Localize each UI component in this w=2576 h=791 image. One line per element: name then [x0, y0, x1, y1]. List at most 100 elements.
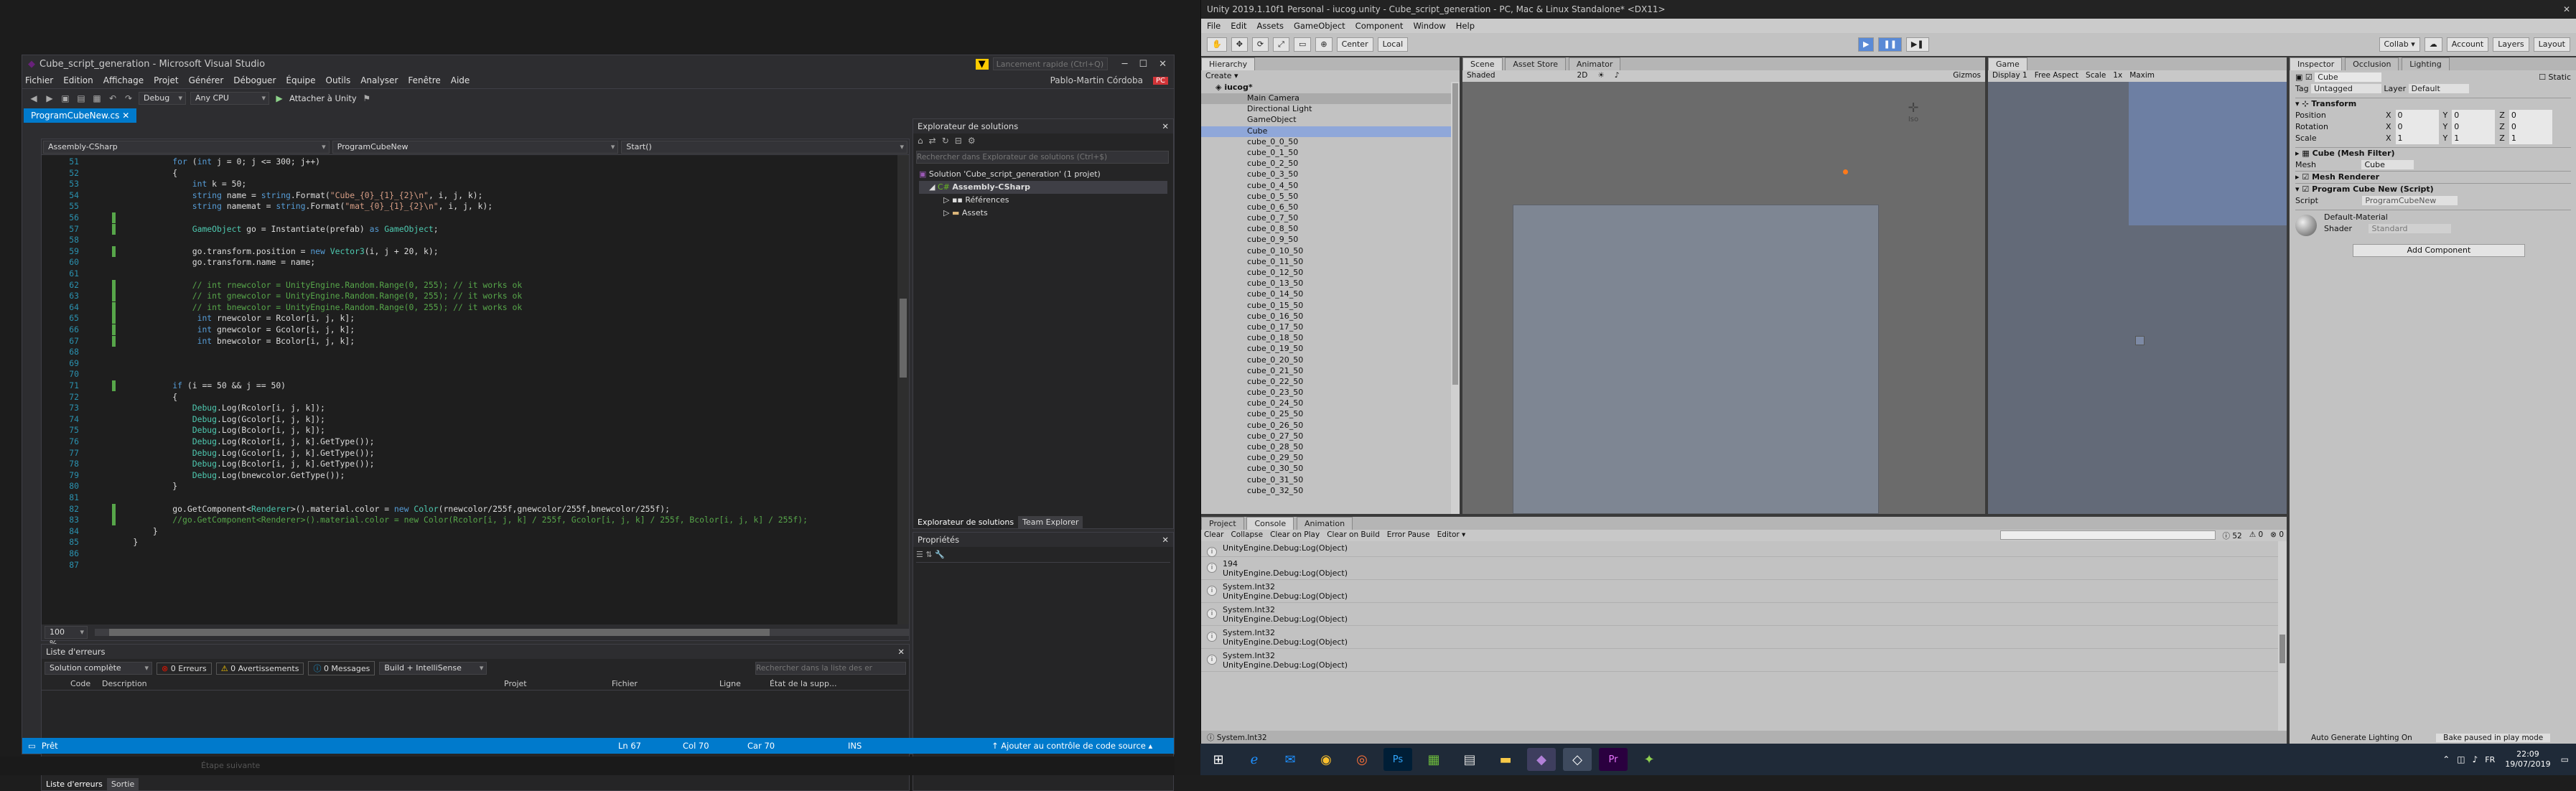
2d-toggle[interactable]: 2D — [1577, 71, 1588, 81]
tab-team-explorer[interactable]: Team Explorer — [1018, 516, 1083, 528]
gizmos-dropdown[interactable]: Gizmos — [1953, 71, 1981, 81]
game-view[interactable]: Game Display 1 Free Aspect Scale 1x Maxi… — [1988, 57, 2287, 514]
enabled-checkbox[interactable]: ☑ — [2302, 184, 2309, 194]
hierarchy-item[interactable]: cube_0_30_50 — [1201, 464, 1460, 474]
console-entry[interactable]: i System.Int32 UnityEngine.Debug:Log(Objec… — [1201, 580, 2287, 603]
hierarchy-item[interactable]: cube_0_32_50 — [1201, 486, 1460, 497]
maximize-button[interactable]: ☐ — [1139, 59, 1147, 70]
bookmark-icon[interactable]: ⚑ — [361, 93, 373, 104]
material-name[interactable]: Default-Material — [2324, 212, 2388, 223]
hierarchy-item[interactable]: cube_0_8_50 — [1201, 224, 1460, 235]
code-line[interactable]: go.GetComponent<Renderer>().material.col… — [113, 504, 670, 515]
layer-dropdown[interactable]: Default — [2408, 84, 2469, 93]
hierarchy-item[interactable]: cube_0_9_50 — [1201, 235, 1460, 245]
code-line[interactable]: Debug.Log(Rcolor[i, j, k]); — [113, 403, 325, 414]
language-indicator[interactable]: FR — [2485, 755, 2495, 764]
code-editor[interactable]: Assembly-CSharp ProgramCubeNew Start() 5… — [41, 139, 910, 648]
errors-filter-button[interactable]: ⊗ 0 Erreurs — [157, 662, 212, 675]
project-nav-dropdown[interactable]: Assembly-CSharp — [43, 141, 330, 154]
hierarchy-item[interactable]: cube_0_11_50 — [1201, 257, 1460, 268]
editor-dropdown[interactable]: Editor ▾ — [1437, 530, 1466, 540]
active-checkbox[interactable]: ☑ — [2305, 72, 2313, 82]
hierarchy-item[interactable]: cube_0_10_50 — [1201, 246, 1460, 257]
hand-tool-icon[interactable]: ✋ — [1207, 37, 1227, 52]
chrome-icon[interactable]: ◉ — [1312, 748, 1340, 771]
menu-item[interactable]: Help — [1456, 21, 1475, 31]
menu-item[interactable]: Analyser — [360, 75, 398, 85]
step-button[interactable]: ▶❚ — [1905, 37, 1929, 52]
tab-project[interactable]: Project — [1201, 517, 1244, 530]
windows-start-icon[interactable]: ⊞ — [1204, 748, 1233, 771]
tree-assets[interactable]: ▷ ▬ Assets — [919, 207, 1167, 220]
scene-view[interactable]: Scene Asset Store Animator Shaded 2D ☀ ♪… — [1462, 57, 1985, 514]
hierarchy-item[interactable]: cube_0_31_50 — [1201, 475, 1460, 486]
col-file[interactable]: Fichier — [612, 679, 719, 688]
move-tool-icon[interactable]: ✥ — [1231, 37, 1248, 52]
clear-on-play-toggle[interactable]: Clear on Play — [1270, 530, 1320, 540]
code-line[interactable]: // int rnewcolor = UnityEngine.Random.Ra… — [113, 280, 522, 291]
hierarchy-item[interactable]: cube_0_2_50 — [1201, 159, 1460, 169]
panel-close-icon[interactable]: ✕ — [897, 647, 905, 657]
clock[interactable]: 22:09 19/07/2019 — [2505, 749, 2550, 769]
tab-console[interactable]: Console — [1246, 517, 1294, 530]
tab-inspector[interactable]: Inspector — [2290, 57, 2343, 70]
tab-lighting[interactable]: Lighting — [2402, 57, 2450, 70]
code-line[interactable]: } — [113, 526, 158, 538]
hierarchy-item[interactable]: cube_0_23_50 — [1201, 388, 1460, 398]
transform-field-x[interactable]: 0 — [2395, 121, 2439, 133]
code-line[interactable]: if (i == 50 && j == 50) — [113, 380, 286, 392]
col-code[interactable]: Code — [70, 679, 102, 688]
menu-item[interactable]: Edition — [63, 75, 93, 85]
script-field[interactable]: ProgramCubeNew — [2362, 196, 2458, 205]
menu-item[interactable]: GameObject — [1294, 21, 1345, 31]
scene-gizmo[interactable]: ✛ Iso — [1892, 100, 1935, 136]
transform-field-z[interactable]: 0 — [2509, 121, 2552, 133]
console-entry[interactable]: i System.Int32 UnityEngine.Debug:Log(Objec… — [1201, 626, 2287, 649]
code-line[interactable]: // int gnewcolor = UnityEngine.Random.Ra… — [113, 291, 522, 302]
code-line[interactable]: GameObject go = Instantiate(prefab) as G… — [113, 224, 439, 235]
code-line[interactable]: for (int j = 0; j <= 300; j++) — [113, 156, 320, 168]
pause-button[interactable]: ❚❚ — [1878, 37, 1902, 52]
transform-field-z[interactable]: 1 — [2509, 133, 2552, 144]
quick-launch-input[interactable] — [992, 57, 1108, 70]
hierarchy-scrollbar[interactable] — [1451, 82, 1460, 514]
minecraft-icon[interactable]: ▦ — [1419, 748, 1448, 771]
menu-item[interactable]: Aide — [451, 75, 470, 85]
collapse-toggle[interactable]: Collapse — [1231, 530, 1263, 540]
tab-animation[interactable]: Animation — [1296, 517, 1353, 530]
code-line[interactable]: string name = string.Format("Cube_{0}_{1… — [113, 190, 483, 202]
space-toggle[interactable]: Local — [1377, 37, 1409, 52]
source-control-button[interactable]: ↑ Ajouter au contrôle de code source ▴ — [991, 741, 1152, 751]
clear-button[interactable]: Clear — [1204, 530, 1223, 540]
new-file-icon[interactable]: ▣ — [60, 93, 71, 104]
hierarchy-item[interactable]: cube_0_29_50 — [1201, 453, 1460, 464]
close-button[interactable]: ✕ — [1159, 59, 1167, 70]
forward-icon[interactable]: ▶ — [44, 93, 55, 104]
files-icon[interactable]: ▤ — [1455, 748, 1484, 771]
console-entry[interactable]: i 194 UnityEngine.Debug:Log(Object) — [1201, 557, 2287, 580]
mesh-field[interactable]: Cube — [2361, 160, 2414, 169]
menu-item[interactable]: Projet — [154, 75, 178, 85]
warnings-filter-button[interactable]: ⚠ 0 Avertissements — [215, 662, 304, 675]
error-count-toggle[interactable]: ⊗ 0 — [2270, 530, 2284, 540]
log-count-toggle[interactable]: ⓘ 52 — [2223, 530, 2242, 540]
tree-project[interactable]: ◢ C# Assembly-CSharp — [919, 181, 1167, 194]
zoom-dropdown[interactable]: 100 % — [45, 626, 88, 648]
mesh-filter-header[interactable]: ▸ ▦ Cube (Mesh Filter) — [2295, 147, 2571, 159]
maximize-toggle[interactable]: Maxim — [2129, 71, 2155, 81]
code-line[interactable]: //go.GetComponent<Renderer>().material.c… — [113, 515, 808, 526]
tab-hierarchy[interactable]: Hierarchy — [1201, 57, 1256, 70]
collapse-icon[interactable]: ⊟ — [955, 136, 962, 147]
display-dropdown[interactable]: Display 1 — [1992, 71, 2027, 81]
menu-item[interactable]: File — [1207, 21, 1221, 31]
hierarchy-item[interactable]: cube_0_1_50 — [1201, 148, 1460, 159]
collab-dropdown[interactable]: Collab ▾ — [2379, 37, 2420, 52]
hierarchy-item[interactable]: cube_0_15_50 — [1201, 301, 1460, 312]
build-dropdown[interactable]: Build + IntelliSense — [379, 662, 487, 675]
visual-studio-icon[interactable]: ◆ — [1527, 748, 1556, 771]
col-project[interactable]: Projet — [504, 679, 612, 688]
open-icon[interactable]: ▤ — [75, 93, 87, 104]
col-suppress[interactable]: État de la supp... — [770, 679, 837, 688]
tab-scene[interactable]: Scene — [1462, 57, 1503, 70]
code-line[interactable]: } — [113, 537, 138, 548]
